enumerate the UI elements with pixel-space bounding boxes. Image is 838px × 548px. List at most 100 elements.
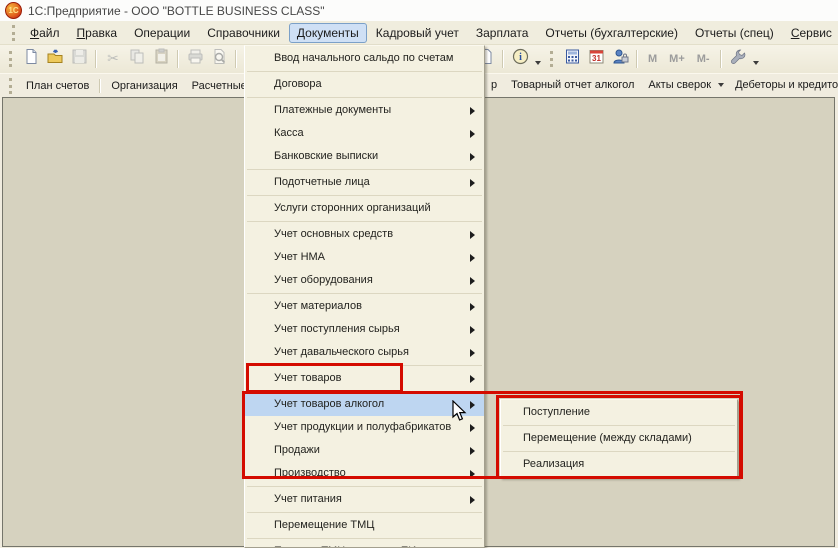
toolbar-grip-icon[interactable]	[550, 51, 553, 67]
documents-menu-item[interactable]: Платежные документы	[245, 99, 484, 122]
documents-menu-item[interactable]: Перевод ТМЦ на другие ЕИ	[245, 540, 484, 547]
menu-separator	[247, 293, 482, 294]
documents-menu-item[interactable]: Договора	[245, 73, 484, 96]
menu-item-label: Банковские выписки	[274, 150, 379, 162]
new-document-icon	[23, 48, 40, 70]
menubar-item[interactable]: Сервис	[783, 23, 838, 43]
alcohol-submenu-item[interactable]: Реализация	[501, 453, 737, 476]
save-button[interactable]	[68, 48, 90, 70]
application-window: 1С 1С:Предприятие - ООО "BOTTLE BUSINESS…	[0, 0, 838, 548]
open-file-button[interactable]	[44, 48, 66, 70]
memory-button[interactable]: M	[642, 53, 663, 65]
new-document-button[interactable]	[20, 48, 42, 70]
open-file-icon	[47, 48, 64, 70]
toolbar-text-button[interactable]: План счетов	[19, 77, 96, 95]
menubar-item[interactable]: Операции	[126, 23, 198, 43]
toolbar-text-button[interactable]: Дебеторы и кредиторы	[728, 76, 838, 94]
menu-item-label: Учет поступления сырья	[274, 323, 400, 335]
menubar-item[interactable]: Отчеты (бухгалтерские)	[537, 23, 686, 43]
submenu-arrow-icon	[470, 470, 475, 478]
menubar-item[interactable]: Кадровый учет	[368, 23, 467, 43]
documents-menu-item[interactable]: Учет продукции и полуфабрикатов	[245, 416, 484, 439]
svg-text:31: 31	[592, 54, 601, 63]
documents-dropdown-menu: Ввод начального сальдо по счетам Договора…	[244, 45, 485, 548]
submenu-arrow-icon	[470, 179, 475, 187]
print-button[interactable]	[184, 48, 206, 70]
toolbar-separator	[235, 50, 237, 68]
menu-item-label: Услуги сторонних организаций	[274, 202, 431, 214]
menu-item-label: Производство	[274, 467, 346, 479]
calendar-button[interactable]: 31	[585, 48, 607, 70]
documents-menu-item[interactable]: Учет товаров	[245, 367, 484, 390]
toolbar-text-button[interactable]: Акты сверок	[641, 76, 718, 94]
menu-separator	[247, 365, 482, 366]
menu-item-label: Учет продукции и полуфабрикатов	[274, 421, 452, 433]
toolbar-separator	[636, 50, 638, 68]
menubar-item[interactable]: Зарплата	[468, 23, 537, 43]
documents-menu-item[interactable]: Учет оборудования	[245, 269, 484, 292]
menu-item-label: Подотчетные лица	[274, 176, 370, 188]
chevron-down-icon[interactable]	[752, 61, 759, 65]
toolbar-grip-icon[interactable]	[9, 51, 12, 67]
alcohol-submenu-item[interactable]: Поступление	[501, 401, 737, 424]
copy-button[interactable]	[126, 48, 148, 70]
documents-menu-item[interactable]: Учет питания	[245, 488, 484, 511]
documents-menu-item[interactable]: Учет давальческого сырья	[245, 341, 484, 364]
calendar-icon: 31	[588, 48, 605, 70]
documents-menu-item[interactable]: Учет поступления сырья	[245, 318, 484, 341]
documents-menu-item[interactable]: Подотчетные лица	[245, 171, 484, 194]
calculator-button[interactable]	[561, 48, 583, 70]
documents-menu-item[interactable]: Продажи	[245, 439, 484, 462]
toolbar-text-button[interactable]: Организация	[104, 77, 184, 95]
documents-menu-item-selected[interactable]: Учет товаров алкогол	[245, 393, 484, 416]
menubar-item-active[interactable]: Документы	[288, 22, 367, 43]
menu-item-label: Договора	[274, 78, 322, 90]
menubar-item[interactable]: Правка	[69, 23, 126, 43]
documents-menu-item[interactable]: Касса	[245, 122, 484, 145]
documents-menu-item[interactable]: Учет основных средств	[245, 223, 484, 246]
submenu-arrow-icon	[470, 496, 475, 504]
reports-toolbar-right: р Товарный отчет алкогол Акты сверок Дебето…	[484, 73, 838, 97]
toolbar-text-button[interactable]: Товарный отчет алкогол	[504, 76, 641, 94]
memory-button[interactable]: M+	[663, 53, 691, 65]
submenu-arrow-icon	[470, 303, 475, 311]
menu-item-label: Учет НМА	[274, 251, 326, 263]
chevron-down-icon[interactable]	[535, 61, 541, 65]
user-permissions-button[interactable]	[609, 48, 631, 70]
toolbar-grip-icon[interactable]	[12, 24, 15, 41]
documents-menu-item[interactable]: Учет НМА	[245, 246, 484, 269]
documents-menu-item[interactable]: Банковские выписки	[245, 145, 484, 168]
menubar-item[interactable]: Файл	[22, 23, 68, 43]
documents-menu-item[interactable]: Производство	[245, 462, 484, 485]
submenu-arrow-icon	[470, 107, 475, 115]
menubar-item[interactable]: Справочники	[199, 23, 288, 43]
submenu-arrow-icon	[470, 130, 475, 138]
menu-item-label: Учет материалов	[274, 300, 362, 312]
menu-separator	[247, 221, 482, 222]
info-button[interactable]: i	[509, 48, 531, 70]
memory-button[interactable]: M-	[691, 53, 716, 65]
documents-menu-item[interactable]: Услуги сторонних организаций	[245, 197, 484, 220]
menu-item-label: Продажи	[274, 444, 320, 456]
wrench-button[interactable]	[727, 48, 749, 70]
paste-button[interactable]	[150, 48, 172, 70]
menu-item-label: Учет питания	[274, 493, 342, 505]
menu-separator	[247, 195, 482, 196]
menubar-item[interactable]: Отчеты (спец)	[687, 23, 782, 43]
print-preview-button[interactable]	[208, 48, 230, 70]
documents-menu-item[interactable]: Учет материалов	[245, 295, 484, 318]
chevron-down-icon[interactable]	[718, 83, 725, 87]
toolbar-grip-icon[interactable]	[9, 77, 12, 94]
menu-item-label: Учет основных средств	[274, 228, 394, 240]
toolbar-separator	[502, 50, 504, 68]
cut-button[interactable]: ✂	[102, 48, 124, 70]
menu-separator	[247, 538, 482, 539]
submenu-arrow-icon	[470, 231, 475, 239]
documents-menu-item[interactable]: Перемещение ТМЦ	[245, 514, 484, 537]
submenu-arrow-icon	[470, 349, 475, 357]
documents-menu-item[interactable]: Ввод начального сальдо по счетам	[245, 47, 484, 70]
alcohol-submenu-item[interactable]: Перемещение (между складами)	[501, 427, 737, 450]
menu-item-label: Учет оборудования	[274, 274, 373, 286]
toolbar-text-button[interactable]: р	[484, 76, 504, 94]
paste-icon	[153, 48, 170, 70]
